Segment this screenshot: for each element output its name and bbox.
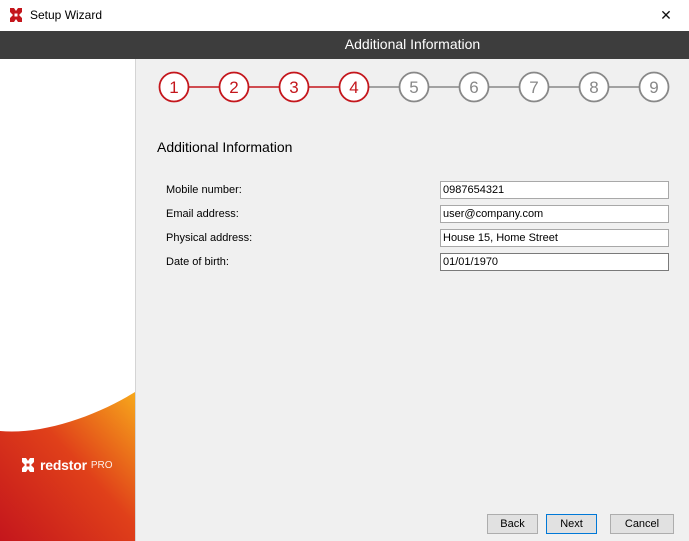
- mobile-number-label: Mobile number:: [166, 184, 242, 196]
- redstor-logo-icon: [22, 458, 34, 472]
- brand-suffix: PRO: [90, 459, 113, 471]
- window-title: Setup Wizard: [30, 8, 103, 22]
- step-label-3: 3: [289, 78, 298, 97]
- section-title: Additional Information: [157, 139, 293, 155]
- wizard-header: Additional Information: [0, 31, 689, 59]
- sidebar: redstor PRO: [0, 59, 136, 541]
- step-label-8: 8: [589, 78, 598, 97]
- step-label-7: 7: [529, 78, 538, 97]
- close-button[interactable]: ✕: [643, 0, 689, 31]
- step-label-6: 6: [469, 78, 478, 97]
- page-title: Additional Information: [344, 36, 481, 52]
- date-of-birth-label: Date of birth:: [166, 256, 229, 268]
- step-indicator: 1 2 3 4 5 6 7 8 9: [158, 71, 670, 103]
- next-button[interactable]: Next: [546, 514, 597, 534]
- step-label-4: 4: [349, 78, 358, 97]
- main-panel: 1 2 3 4 5 6 7 8 9 Additional Information Mobile …: [136, 59, 689, 541]
- title-bar: Setup Wizard ✕: [0, 0, 689, 31]
- email-address-label: Email address:: [166, 208, 239, 220]
- step-label-1: 1: [169, 78, 178, 97]
- step-label-2: 2: [229, 78, 238, 97]
- step-label-5: 5: [409, 78, 418, 97]
- back-button[interactable]: Back: [487, 514, 538, 534]
- physical-address-label: Physical address:: [166, 232, 253, 244]
- close-icon: ✕: [660, 7, 672, 23]
- step-label-9: 9: [649, 78, 658, 97]
- mobile-number-input[interactable]: [440, 181, 669, 199]
- brand-name: redstor: [40, 457, 87, 473]
- redstor-app-icon: [10, 8, 22, 22]
- redstor-logo: redstor PRO: [20, 457, 113, 473]
- cancel-button[interactable]: Cancel: [610, 514, 674, 534]
- date-of-birth-input[interactable]: [440, 253, 669, 271]
- physical-address-input[interactable]: [440, 229, 669, 247]
- email-address-input[interactable]: [440, 205, 669, 223]
